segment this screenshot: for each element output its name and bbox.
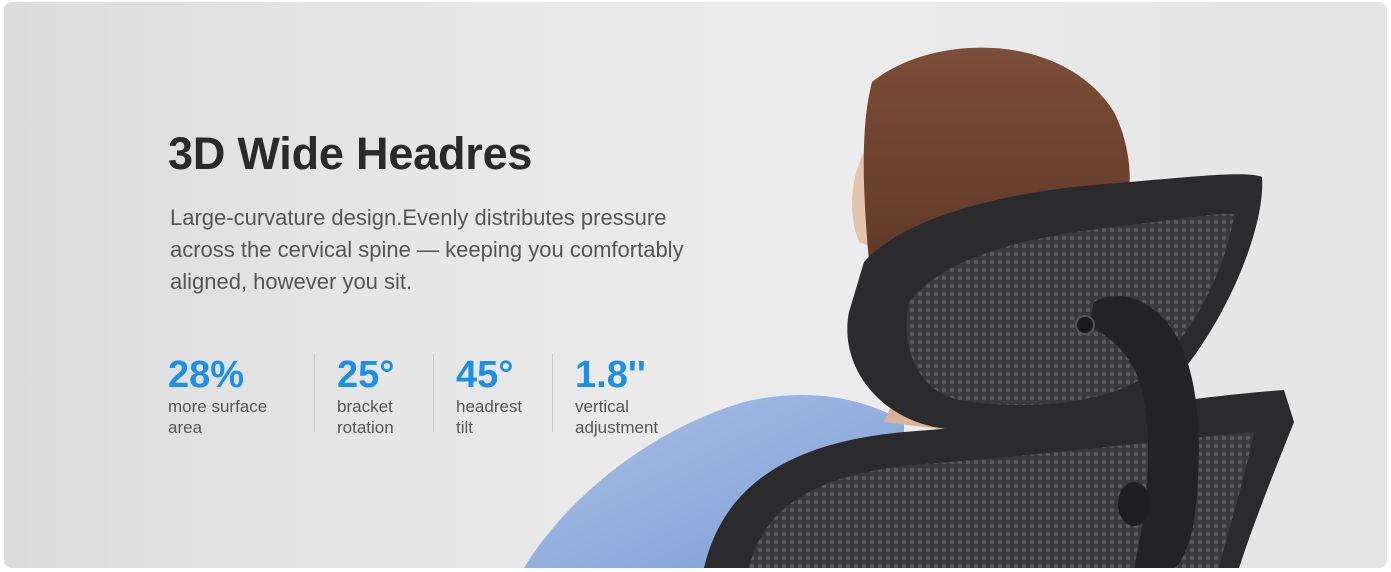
stat-value: 1.8''	[575, 354, 646, 396]
stat-label: more surface area	[168, 397, 268, 437]
stats-row: 28% more surface area 25° bracket rotati…	[168, 354, 743, 437]
feature-description: Large-curvature design.Evenly distribute…	[170, 205, 684, 294]
stat-label: headrest tilt	[456, 397, 523, 437]
stat-value: 25°	[337, 354, 395, 396]
product-feature-banner: 3D Wide Headres Large-curvature design.E…	[4, 2, 1387, 568]
stat-item: 25° bracket rotation	[337, 354, 434, 437]
stat-value: 28%	[168, 354, 245, 396]
page-title: 3D Wide Headres	[168, 128, 533, 179]
stat-item: 1.8'' vertical adjustment	[575, 354, 721, 437]
stat-label: bracket rotation	[337, 397, 394, 437]
stat-label: vertical adjustment	[575, 397, 659, 437]
stat-value: 45°	[456, 354, 514, 396]
stat-item: 45° headrest tilt	[456, 354, 553, 437]
stat-item: 28% more surface area	[168, 354, 315, 437]
